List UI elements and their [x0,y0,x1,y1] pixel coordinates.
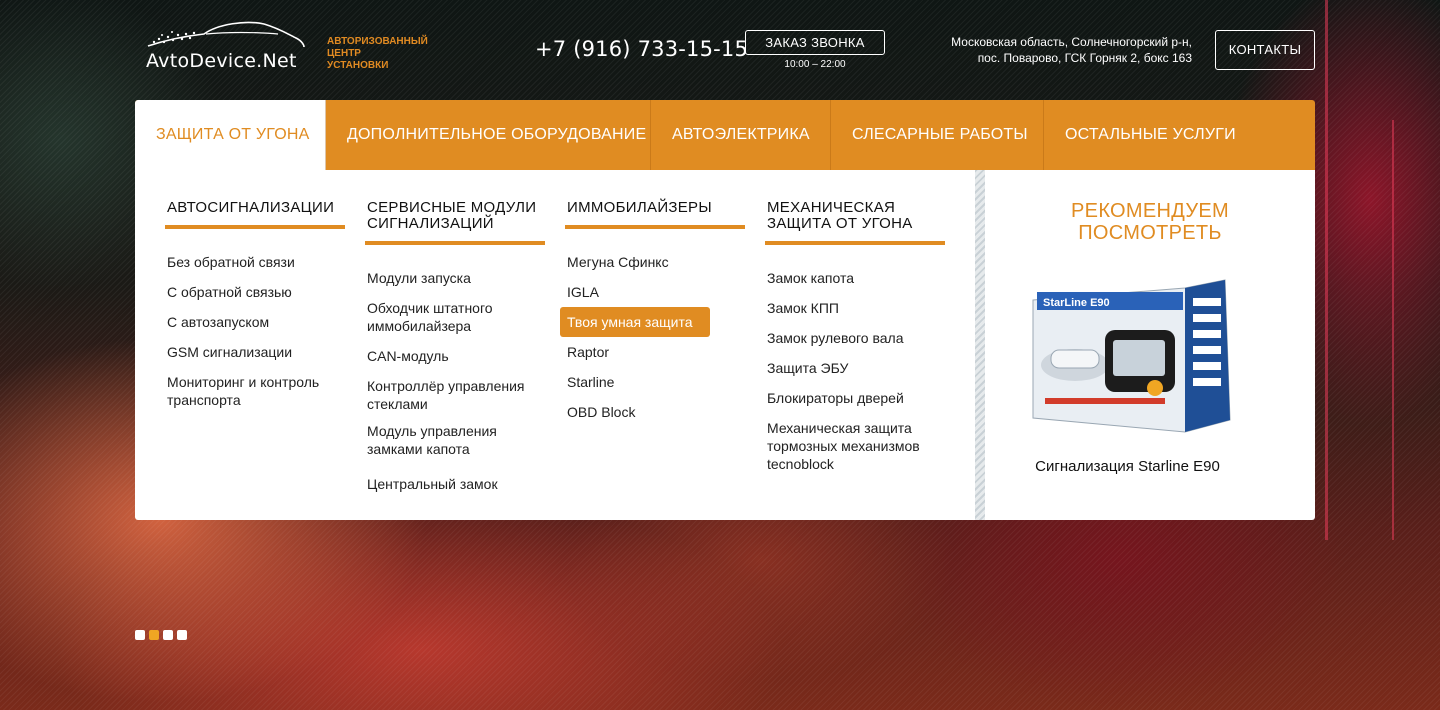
slider-dot[interactable] [135,630,145,640]
column-list: Мегуна Сфинкс IGLA Твоя умная защита Rap… [560,247,745,427]
list-item[interactable]: Мониторинг и контроль транспорта [160,367,345,415]
mega-menu-dropdown: АВТОСИГНАЛИЗАЦИИ Без обратной связи С об… [135,170,1315,520]
recommended-title-line: ПОСМОТРЕТЬ [1078,222,1222,244]
menu-column-immobilizers: ИММОБИЛАЙЗЕРЫ Мегуна Сфинкс IGLA Твоя ум… [560,198,745,427]
nav-item-theft-protection[interactable]: ЗАЩИТА ОТ УГОНА [135,100,326,170]
list-item[interactable]: CAN-модуль [360,341,545,371]
list-item[interactable]: Модули запуска [360,263,545,293]
nav-item-other-services[interactable]: ОСТАЛЬНЫЕ УСЛУГИ [1044,100,1315,170]
address-line: Московская область, Солнечногорский р-н, [951,35,1192,49]
list-item[interactable]: Защита ЭБУ [760,353,945,383]
product-box-illustration: StarLine E90 [1032,279,1231,433]
menu-column-mechanical-protection: МЕХАНИЧЕСКАЯ ЗАЩИТА ОТ УГОНА Замок капот… [765,198,945,479]
recommended-panel: РЕКОМЕНДУЕМ ПОСМОТРЕТЬ StarLine E90 Сигн… [985,170,1315,520]
menu-column-alarms: АВТОСИГНАЛИЗАЦИИ Без обратной связи С об… [165,198,345,415]
slider-dot[interactable] [163,630,173,640]
list-item[interactable]: OBD Block [560,397,745,427]
slider-dots [135,630,187,640]
slider-dot[interactable] [177,630,187,640]
product-name[interactable]: Сигнализация Starline E90 [985,458,1270,475]
logo-text: AvtoDevice.Net [146,50,297,72]
list-item[interactable]: Обходчик штатного иммобилайзера [360,293,545,341]
tagline-line: ЦЕНТР [327,48,361,59]
column-title[interactable]: СЕРВИСНЫЕ МОДУЛИ СИГНАЛИЗАЦИЙ [365,198,545,245]
list-item[interactable]: Замок КПП [760,293,945,323]
tagline-line: УСТАНОВКИ [327,60,389,71]
list-item[interactable]: Замок рулевого вала [760,323,945,353]
column-list: Модули запуска Обходчик штатного иммобил… [365,263,545,499]
site-header: AvtoDevice.Net АВТОРИЗОВАННЫЙ ЦЕНТР УСТА… [0,0,1440,100]
recommended-title: РЕКОМЕНДУЕМ ПОСМОТРЕТЬ [985,200,1315,244]
address-line: пос. Поварово, ГСК Горняк 2, бокс 163 [977,51,1192,65]
nav-item-auto-electrics[interactable]: АВТОЭЛЕКТРИКА [651,100,831,170]
phone-number[interactable]: +7 (916) 733-15-15 [535,37,748,61]
main-nav: ЗАЩИТА ОТ УГОНА ДОПОЛНИТЕЛЬНОЕ ОБОРУДОВА… [135,100,1315,170]
callback-hours: 10:00 – 22:00 [784,59,846,70]
logo[interactable]: AvtoDevice.Net [146,20,311,72]
list-item[interactable]: С обратной связью [160,277,345,307]
tagline-line: АВТОРИЗОВАННЫЙ [327,36,428,47]
list-item[interactable]: Мегуна Сфинкс [560,247,745,277]
product-image[interactable]: StarLine E90 [1025,270,1235,440]
address: Московская область, Солнечногорский р-н,… [951,34,1192,66]
column-title[interactable]: ИММОБИЛАЙЗЕРЫ [565,198,745,229]
list-item[interactable]: Замок капота [760,263,945,293]
callback-button[interactable]: ЗАКАЗ ЗВОНКА [745,30,885,55]
recommended-title-line: РЕКОМЕНДУЕМ [1071,200,1229,222]
list-item-highlighted[interactable]: Твоя умная защита [560,307,710,337]
tagline: АВТОРИЗОВАННЫЙ ЦЕНТР УСТАНОВКИ [327,36,428,72]
nav-item-mechanic-work[interactable]: СЛЕСАРНЫЕ РАБОТЫ [831,100,1044,170]
list-item[interactable]: С автозапуском [160,307,345,337]
list-item[interactable]: Starline [560,367,745,397]
list-item[interactable]: Центральный замок [360,464,545,499]
car-silhouette-icon [147,21,305,48]
list-item[interactable]: Без обратной связи [160,247,345,277]
column-divider [975,170,985,520]
nav-item-extra-equipment[interactable]: ДОПОЛНИТЕЛЬНОЕ ОБОРУДОВАНИЕ [326,100,651,170]
list-item[interactable]: Блокираторы дверей [760,383,945,413]
menu-column-service-modules: СЕРВИСНЫЕ МОДУЛИ СИГНАЛИЗАЦИЙ Модули зап… [365,198,545,499]
list-item[interactable]: IGLA [560,277,745,307]
list-item[interactable]: Raptor [560,337,745,367]
list-item[interactable]: GSM сигнализации [160,337,345,367]
background-light-pole [1392,120,1394,540]
list-item[interactable]: Модуль управления замками капота [360,419,545,464]
list-item[interactable]: Механическая защита тормозных механизмов… [760,413,945,479]
column-title[interactable]: МЕХАНИЧЕСКАЯ ЗАЩИТА ОТ УГОНА [765,198,945,245]
column-list: Без обратной связи С обратной связью С а… [165,247,345,415]
slider-dot-active[interactable] [149,630,159,640]
list-item[interactable]: Контроллёр управления стеклами [360,371,545,419]
column-list: Замок капота Замок КПП Замок рулевого ва… [765,263,945,479]
column-title[interactable]: АВТОСИГНАЛИЗАЦИИ [165,198,345,229]
box-brand-text: StarLine E90 [1043,297,1110,309]
contacts-button[interactable]: КОНТАКТЫ [1215,30,1315,70]
